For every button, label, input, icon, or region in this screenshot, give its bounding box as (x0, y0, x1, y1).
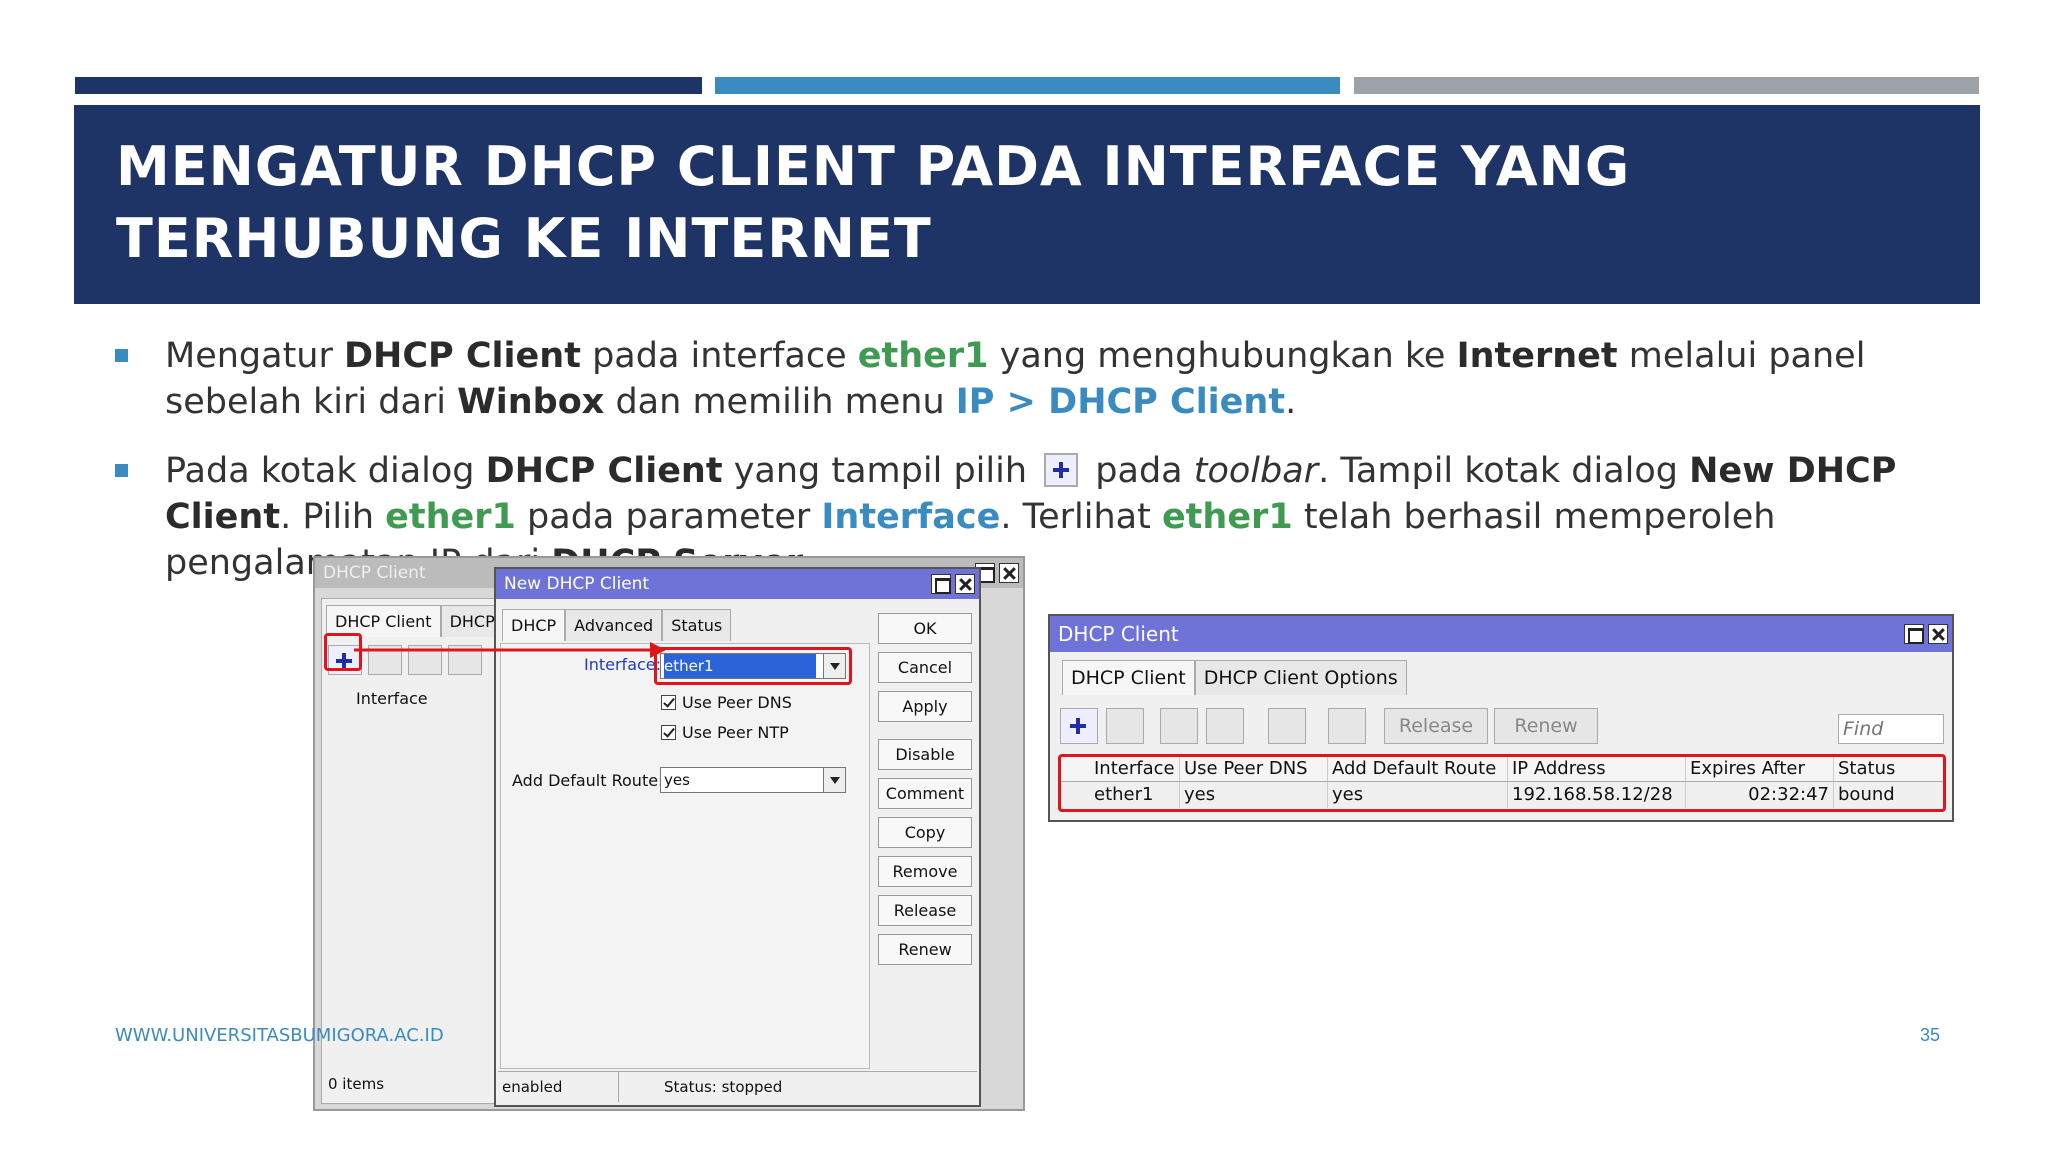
tab-dhcp[interactable]: DHCP (502, 609, 566, 641)
maximize-icon[interactable] (931, 574, 951, 594)
checkbox-checked-icon (661, 725, 676, 740)
dialog-titlebar: New DHCP Client (496, 569, 979, 599)
enable-button[interactable] (1160, 708, 1198, 744)
window-titlebar: DHCP Client (1050, 616, 1952, 652)
use-peer-dns-checkbox[interactable]: Use Peer DNS (661, 693, 792, 712)
release-button[interactable]: Release (1384, 708, 1488, 744)
add-default-route-label: Add Default Route: (512, 771, 664, 790)
disable-button[interactable]: Disable (878, 739, 972, 770)
disable-button[interactable] (1206, 708, 1244, 744)
checkbox-checked-icon (661, 695, 676, 710)
title-band: MENGATUR DHCP CLIENT PADA INTERFACE YANG… (74, 105, 1980, 304)
status-enabled: enabled (502, 1078, 563, 1096)
bullet-1: Mengatur DHCP Client pada interface ethe… (115, 333, 1965, 428)
use-peer-ntp-checkbox[interactable]: Use Peer NTP (661, 723, 789, 742)
remove-button[interactable] (1106, 708, 1144, 744)
accent-bar-gray (1354, 77, 1979, 94)
copy-button[interactable]: Copy (878, 817, 972, 848)
status-items: 0 items (328, 1075, 385, 1093)
add-default-route-select[interactable]: yes (660, 767, 846, 793)
renew-button[interactable]: Renew (878, 934, 972, 965)
tab-dhcp-client[interactable]: DHCP Client (1062, 660, 1195, 695)
close-icon[interactable] (1928, 624, 1948, 644)
remove-button[interactable]: Remove (878, 856, 972, 887)
dialog-title: New DHCP Client (504, 574, 650, 594)
close-icon[interactable] (955, 574, 975, 594)
comment-button[interactable]: Comment (878, 778, 972, 809)
cancel-button[interactable]: Cancel (878, 652, 972, 683)
add-button[interactable] (1060, 708, 1098, 744)
bullet-marker (115, 349, 128, 362)
plus-icon (1063, 711, 1097, 745)
accent-bar-blue (715, 77, 1340, 94)
renew-button[interactable]: Renew (1494, 708, 1598, 744)
page-number: 35 (1920, 1025, 1941, 1045)
comment-button[interactable] (1268, 708, 1306, 744)
add-plus-icon (1044, 453, 1079, 487)
accent-bar-navy (75, 77, 702, 94)
close-icon[interactable] (999, 563, 1019, 583)
highlight-result-row (1058, 754, 1946, 812)
filter-icon[interactable] (1328, 708, 1366, 744)
bullet-1-text: Mengatur DHCP Client pada interface ethe… (165, 336, 1866, 422)
maximize-icon[interactable] (1904, 624, 1924, 644)
dhcp-client-window-result: DHCP Client DHCP Client DHCP Client Opti… (1048, 614, 1954, 822)
tab-advanced[interactable]: Advanced (565, 609, 663, 641)
window-title: DHCP Client (323, 563, 426, 583)
tab-dhcp-client-options[interactable]: DHCP Client Options (1194, 660, 1407, 695)
tab-status[interactable]: Status (662, 609, 732, 641)
ok-button[interactable]: OK (878, 613, 972, 644)
release-button[interactable]: Release (878, 895, 972, 926)
footer-url: WWW.UNIVERSITASBUMIGORA.AC.ID (115, 1025, 444, 1046)
apply-button[interactable]: Apply (878, 691, 972, 722)
add-default-route-value: yes (664, 771, 690, 789)
arrow-add-to-interface (354, 642, 666, 658)
dropdown-arrow-icon[interactable] (823, 768, 845, 792)
highlight-interface (654, 647, 852, 685)
column-interface: Interface (356, 689, 428, 708)
dialog-statusbar: enabled Status: stopped (498, 1071, 977, 1102)
bullet-marker (115, 464, 128, 477)
find-input[interactable] (1838, 714, 1944, 744)
slide-title: MENGATUR DHCP CLIENT PADA INTERFACE YANG… (116, 135, 1631, 270)
status-stopped: Status: stopped (664, 1078, 783, 1096)
window-title: DHCP Client (1058, 622, 1179, 646)
